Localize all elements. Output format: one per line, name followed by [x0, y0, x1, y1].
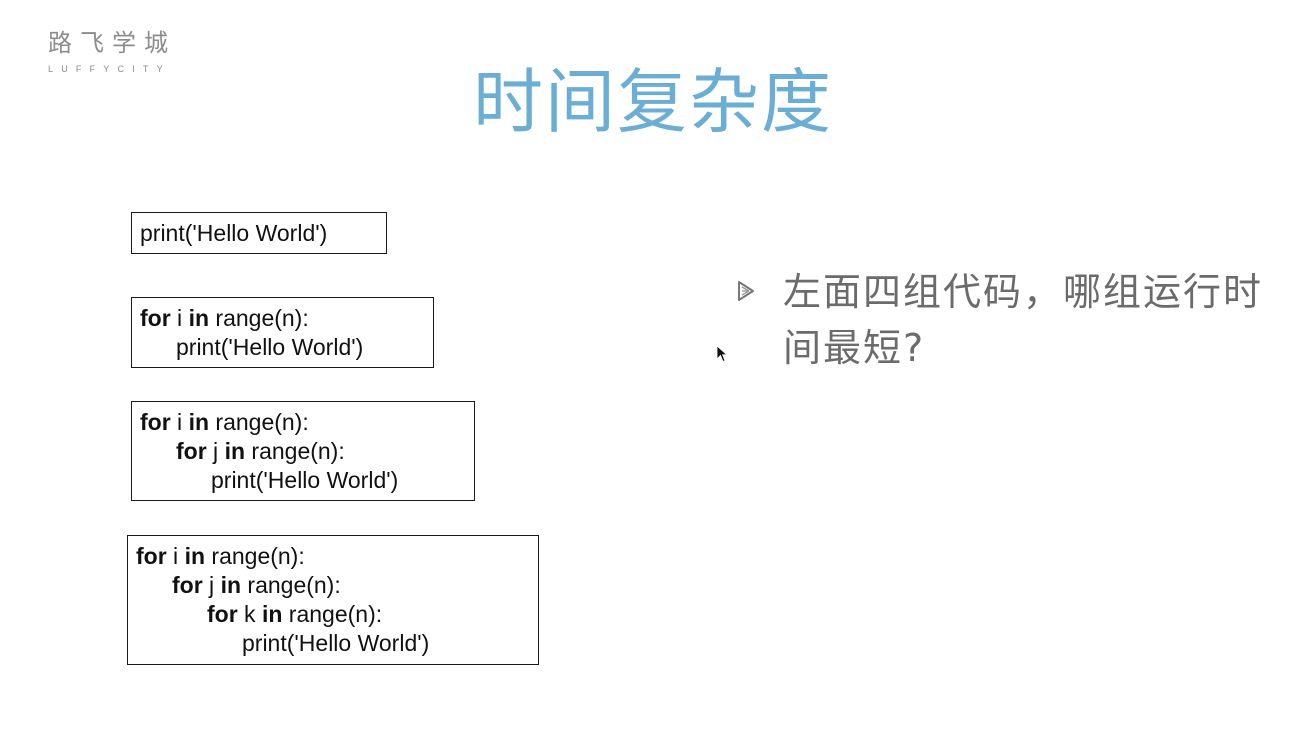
code-line: print('Hello World'): [136, 629, 530, 658]
logo-chinese-text: 路飞学城: [48, 29, 176, 57]
triangle-bullet-icon: [738, 281, 754, 301]
keyword-in: in: [184, 543, 206, 569]
code-line: print('Hello World'): [140, 219, 378, 248]
code-text: print('Hello World'): [211, 467, 399, 493]
code-line: for i in range(n):: [140, 408, 466, 437]
code-block-2: for i in range(n): print('Hello World'): [131, 297, 434, 368]
code-text: print('Hello World'): [140, 220, 328, 246]
keyword-for: for: [172, 572, 203, 598]
code-line: print('Hello World'): [140, 333, 425, 362]
loop-variable: j: [202, 572, 221, 598]
keyword-in: in: [224, 438, 246, 464]
code-block-1: print('Hello World'): [131, 212, 387, 254]
code-line: print('Hello World'): [140, 466, 466, 495]
keyword-for: for: [140, 409, 171, 435]
mouse-pointer-icon: [716, 345, 728, 363]
slide-title: 时间复杂度: [473, 61, 833, 143]
code-line: for j in range(n):: [140, 437, 466, 466]
keyword-for: for: [140, 305, 171, 331]
keyword-in: in: [188, 409, 210, 435]
code-text: print('Hello World'): [176, 334, 364, 360]
loop-variable: k: [237, 601, 262, 627]
keyword-in: in: [220, 572, 242, 598]
range-call: range(n):: [282, 601, 383, 627]
code-line: for i in range(n):: [136, 542, 530, 571]
keyword-for: for: [136, 543, 167, 569]
code-block-4: for i in range(n): for j in range(n): fo…: [127, 535, 539, 665]
loop-variable: i: [170, 409, 189, 435]
code-text: print('Hello World'): [242, 630, 430, 656]
range-call: range(n):: [205, 543, 305, 569]
loop-variable: j: [206, 438, 225, 464]
slide-page: 路飞学城 LUFFYCITY 时间复杂度 print('Hello World'…: [0, 0, 1306, 730]
range-call: range(n):: [209, 409, 309, 435]
loop-variable: i: [170, 305, 189, 331]
keyword-for: for: [207, 601, 238, 627]
keyword-for: for: [176, 438, 207, 464]
code-line: for i in range(n):: [140, 304, 425, 333]
keyword-in: in: [261, 601, 283, 627]
code-line: for j in range(n):: [136, 571, 530, 600]
range-call: range(n):: [241, 572, 341, 598]
range-call: range(n):: [245, 438, 345, 464]
code-line: for k in range(n):: [136, 600, 530, 629]
keyword-in: in: [188, 305, 210, 331]
range-call: range(n):: [209, 305, 309, 331]
code-block-3: for i in range(n): for j in range(n): pr…: [131, 401, 475, 501]
question-text: 左面四组代码，哪组运行时间最短?: [783, 270, 1264, 370]
loop-variable: i: [166, 543, 185, 569]
